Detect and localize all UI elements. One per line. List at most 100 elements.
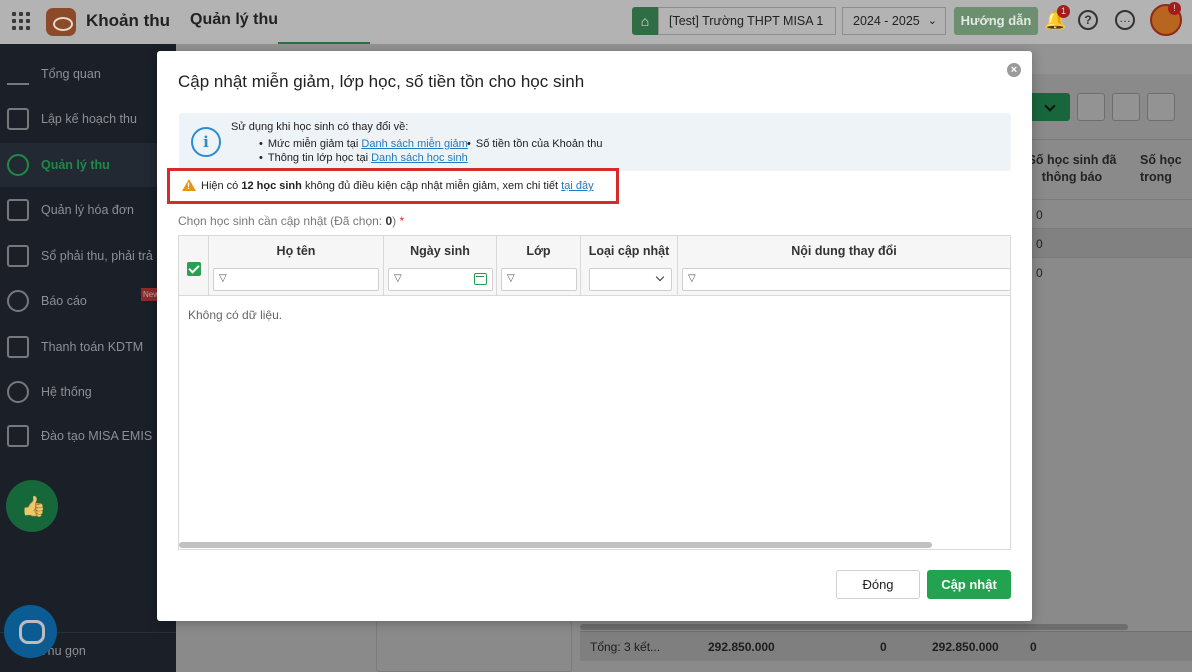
info-line-balance: • Số tiền tồn của Khoản thu [467, 138, 603, 150]
update-button[interactable]: Cập nhật [927, 570, 1011, 599]
column-dob: Ngày sinh ▽ [384, 236, 497, 296]
sidebar-item-manage-revenue[interactable]: Quản lý thu [0, 143, 176, 187]
discount-list-link[interactable]: Danh sách miễn giảm [361, 138, 467, 150]
select-all-checkbox[interactable] [187, 262, 201, 276]
sidebar-item-label: Quản lý hóa đơn [41, 203, 134, 217]
info-text: Số tiền tồn của Khoản thu [475, 138, 603, 150]
ledger-icon [7, 245, 29, 267]
select-students-label: Chọn học sinh cần cập nhật (Đã chọn: 0) … [178, 214, 404, 228]
year-selector[interactable]: 2024 - 2025 ⌄ [842, 7, 946, 35]
gear-icon [7, 381, 29, 403]
hand-coin-icon [7, 154, 29, 176]
app-grid-icon[interactable] [12, 12, 30, 30]
sidebar-item-ledger[interactable]: Sổ phải thu, phải trả [0, 234, 176, 278]
dob-filter-input[interactable]: ▽ [388, 268, 493, 291]
column-title: Lớp [526, 244, 551, 258]
class-filter-input[interactable]: ▽ [501, 268, 577, 291]
footer-total-label: Tổng: 3 kết... [590, 640, 661, 654]
app-title: Khoản thu [86, 11, 171, 30]
table-row[interactable]: 0 [1012, 199, 1192, 228]
student-grid: Họ tên ▽ Ngày sinh ▽ Lớp ▽ Loại cập nhật… [178, 235, 1011, 550]
table-row[interactable]: 0 [1012, 228, 1192, 257]
delete-icon[interactable] [1077, 93, 1105, 121]
warning-middle: không đủ điều kiện cập nhật miễn giảm, x… [304, 180, 559, 192]
chevron-down-icon: ⌄ [927, 15, 937, 27]
update-student-dialog: Cập nhật miễn giảm, lớp học, số tiền tồn… [157, 51, 1032, 621]
warning-count: 12 học sinh [241, 180, 302, 192]
column-title: Nội dung thay đổi [791, 244, 897, 258]
chat-support-button[interactable] [4, 605, 57, 658]
pie-chart-icon [7, 290, 29, 312]
info-box: i Sử dụng khi học sinh có thay đổi về: •… [179, 113, 1011, 171]
footer-col-a: 0 [880, 640, 887, 654]
table-row[interactable]: 0 [1012, 257, 1192, 286]
sidebar-item-overview[interactable]: Tổng quan [0, 52, 176, 96]
print-icon[interactable] [1112, 93, 1140, 121]
info-line-discount: • Mức miễn giảm tại Danh sách miễn giảm [259, 138, 468, 150]
column-class: Lớp ▽ [497, 236, 581, 296]
chevron-down-icon [655, 272, 665, 282]
name-filter-input[interactable]: ▽ [213, 268, 379, 291]
bg-column-count: Số học trong [1140, 153, 1182, 184]
warning-box: Hiện có 12 học sinh không đủ điều kiện c… [167, 168, 619, 204]
required-mark: * [399, 214, 405, 228]
rating-button[interactable] [6, 480, 58, 532]
select-label-text: Chọn học sinh cần cập nhật (Đã chọn: [178, 214, 386, 228]
warning-text: Hiện có 12 học sinh không đủ điều kiện c… [201, 180, 594, 192]
school-icon: ⌂ [632, 7, 658, 35]
warning-details-link[interactable]: tại đây [561, 180, 593, 192]
info-heading: Sử dụng khi học sinh có thay đổi về: [231, 121, 409, 133]
footer-amount: 292.850.000 [708, 640, 775, 654]
column-name: Họ tên ▽ [209, 236, 384, 296]
sidebar-item-label: Sổ phải thu, phải trả [41, 249, 153, 263]
bg-column-notified: Số học sinh đã thông báo [1027, 153, 1117, 184]
sidebar-item-label: Tổng quan [41, 67, 101, 81]
column-change: Nội dung thay đổi ▽ [678, 236, 1010, 296]
filter-icon: ▽ [507, 273, 515, 284]
sidebar-item-label: Quản lý thu [41, 158, 110, 172]
filter-icon: ▽ [688, 273, 696, 284]
background-panel [376, 620, 572, 672]
chart-icon [7, 63, 29, 85]
info-line-class: • Thông tin lớp học tại Danh sách học sin… [259, 152, 468, 164]
calendar-icon[interactable] [474, 273, 487, 285]
change-filter-input[interactable]: ▽ [682, 268, 1010, 291]
column-title: Ngày sinh [410, 244, 470, 258]
sidebar-item-reports[interactable]: Báo cáo [0, 279, 176, 323]
footer-col-b: 0 [1030, 640, 1037, 654]
more-icon[interactable]: … [1115, 10, 1135, 30]
footer-amount-2: 292.850.000 [932, 640, 999, 654]
sidebar-item-invoices[interactable]: Quản lý hóa đơn [0, 188, 176, 232]
help-icon[interactable]: ? [1078, 10, 1098, 30]
update-type-select[interactable] [589, 268, 672, 291]
top-bar: Khoản thu Quản lý thu ⌂ [Test] Trường TH… [0, 0, 1192, 45]
book-icon [7, 425, 29, 447]
school-selector[interactable]: [Test] Trường THPT MISA 1 [658, 7, 836, 35]
guide-button[interactable]: Hướng dẫn [954, 7, 1038, 35]
student-list-link[interactable]: Danh sách học sinh [371, 152, 468, 164]
bg-cell: 0 [1036, 237, 1043, 251]
avatar-badge: ! [1168, 2, 1181, 15]
close-button[interactable]: Đóng [836, 570, 920, 599]
primary-dropdown-button[interactable] [1032, 93, 1070, 121]
warning-prefix: Hiện có [201, 180, 239, 192]
horizontal-scrollbar[interactable] [179, 542, 932, 548]
sidebar-item-training[interactable]: Đào tạo MISA EMIS [0, 414, 176, 458]
grid-header: Họ tên ▽ Ngày sinh ▽ Lớp ▽ Loại cập nhật… [179, 236, 1010, 296]
notification-badge: 1 [1057, 5, 1070, 18]
bg-cell: 0 [1036, 208, 1043, 222]
info-text: Thông tin lớp học tại [267, 152, 369, 164]
sidebar-item-label: Báo cáo [41, 294, 87, 308]
info-icon: i [191, 127, 221, 157]
sidebar-item-planning[interactable]: Lập kế hoạch thu [0, 97, 176, 141]
more-actions-icon[interactable] [1147, 93, 1175, 121]
background-scrollbar[interactable] [580, 624, 1128, 630]
sidebar-item-cashless[interactable]: Thanh toán KDTM [0, 325, 176, 369]
close-icon[interactable]: × [1007, 63, 1021, 77]
module-title: Quản lý thu [190, 11, 278, 28]
bg-cell: 0 [1036, 266, 1043, 280]
sidebar-item-label: Lập kế hoạch thu [41, 112, 137, 126]
sidebar-item-label: Thanh toán KDTM [41, 340, 144, 354]
column-title: Loại cập nhật [588, 244, 670, 258]
sidebar-item-system[interactable]: Hệ thống [0, 370, 176, 414]
